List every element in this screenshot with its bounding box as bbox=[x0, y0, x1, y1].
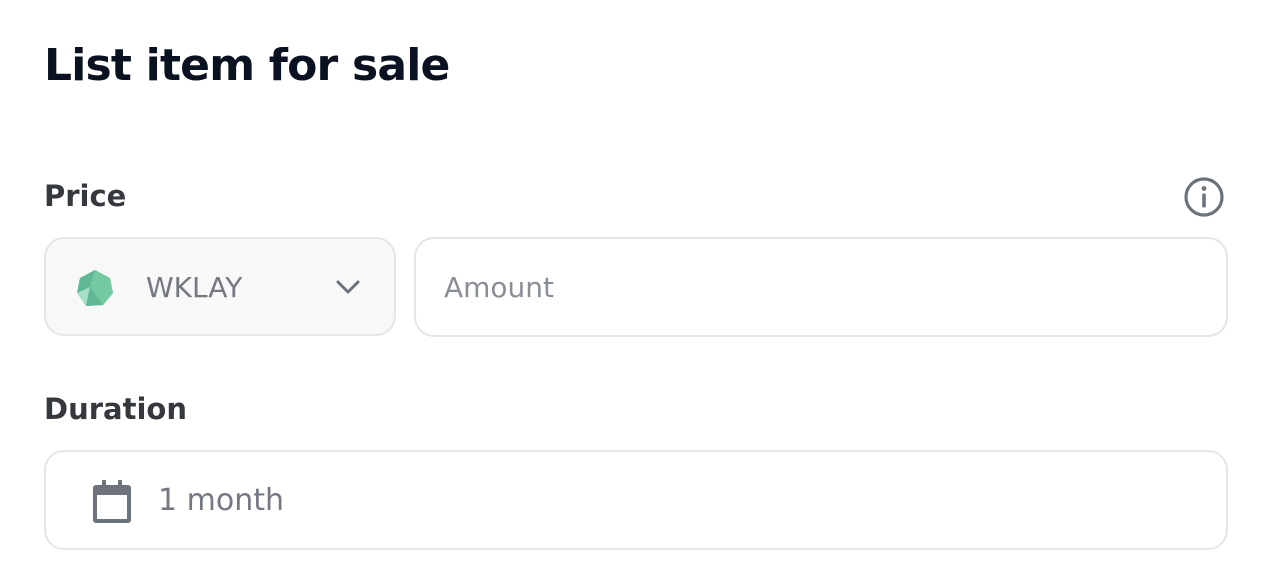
duration-value: 1 month bbox=[158, 483, 284, 518]
info-circle-icon[interactable] bbox=[1182, 175, 1226, 219]
calendar-icon bbox=[93, 480, 131, 523]
currency-select[interactable]: WKLAY bbox=[44, 237, 396, 336]
klay-token-icon bbox=[77, 270, 113, 306]
currency-label: WKLAY bbox=[146, 271, 243, 304]
chevron-down-icon bbox=[336, 280, 360, 294]
page-title: List item for sale bbox=[44, 40, 450, 91]
duration-label: Duration bbox=[44, 392, 187, 426]
price-label: Price bbox=[44, 179, 127, 213]
duration-select[interactable]: 1 month bbox=[44, 450, 1228, 550]
amount-input[interactable] bbox=[414, 237, 1228, 337]
